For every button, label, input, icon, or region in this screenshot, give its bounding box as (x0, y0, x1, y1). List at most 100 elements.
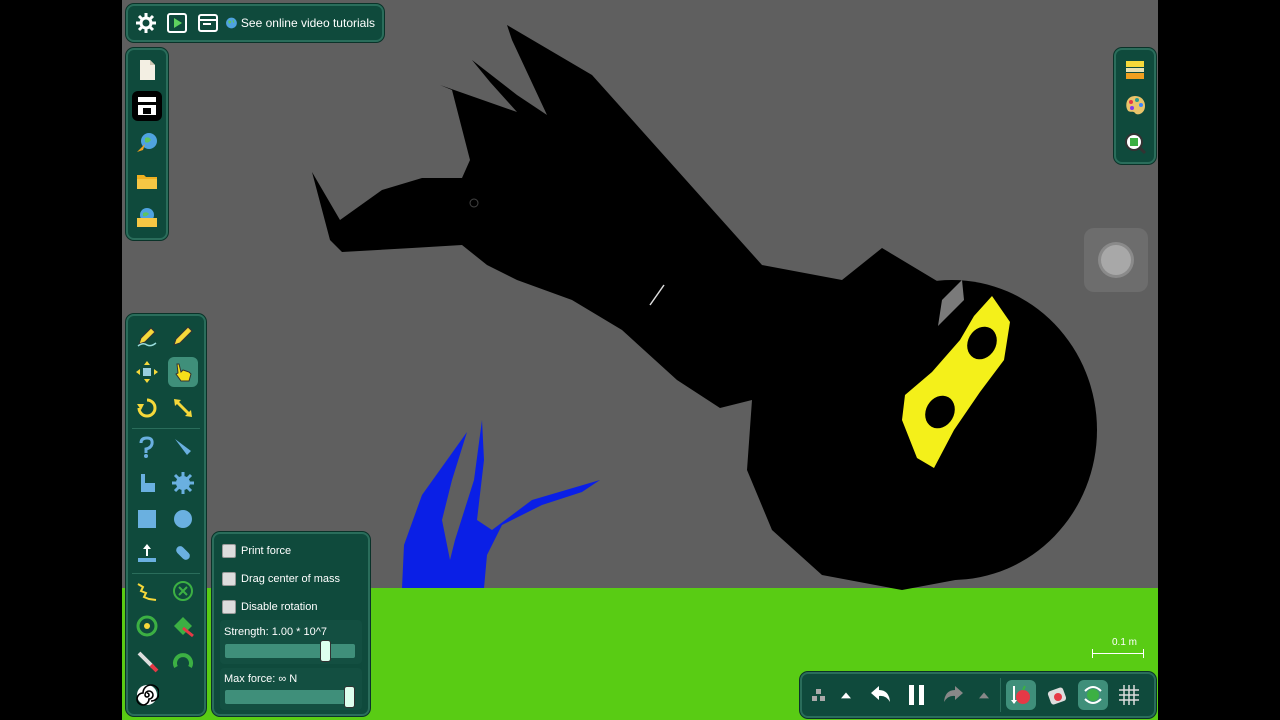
pencil-icon (173, 326, 193, 346)
tracer-icon (174, 617, 194, 638)
gravity-toggle[interactable] (1006, 680, 1036, 710)
max-force-slider-thumb[interactable] (344, 686, 355, 708)
circle-tool[interactable] (168, 504, 198, 534)
save-scene-button[interactable] (132, 91, 162, 121)
settings-button[interactable] (131, 8, 161, 38)
capsule-icon (176, 546, 190, 560)
joystick-knob[interactable] (1101, 245, 1131, 275)
brush-icon (141, 474, 155, 492)
strength-slider-thumb[interactable] (320, 640, 332, 662)
hand-pointer-icon (175, 363, 192, 382)
tutorials-label: See online video tutorials (240, 16, 375, 30)
folder-icon (137, 175, 157, 189)
drag-center-label: Drag center of mass (241, 573, 341, 585)
max-force-slider[interactable] (225, 686, 355, 708)
pencil-scribble-icon (137, 327, 157, 347)
grid-toggle[interactable] (1114, 680, 1144, 710)
undo-button[interactable] (866, 680, 896, 710)
hinge-tool[interactable] (168, 646, 198, 676)
move-tool[interactable] (132, 357, 162, 387)
zoom-button[interactable] (1120, 128, 1150, 158)
chain-icon (139, 436, 154, 458)
plane-tool[interactable] (132, 538, 162, 568)
pen-tool[interactable] (168, 321, 198, 351)
divider (132, 573, 200, 574)
browse-scenes-button[interactable] (132, 202, 162, 232)
pause-icon (909, 685, 924, 705)
strength-slider[interactable] (225, 640, 355, 662)
play-scene-button[interactable] (162, 8, 192, 38)
rope-tool[interactable] (132, 432, 162, 462)
air-friction-toggle[interactable] (1042, 680, 1072, 710)
more-tools-button[interactable] (804, 680, 834, 710)
rotate-tool[interactable] (132, 393, 162, 423)
blocks-icon (812, 689, 825, 701)
undo-arrow-icon (871, 686, 890, 702)
grid-icon (1119, 685, 1139, 705)
fixate-x-icon (173, 581, 193, 601)
folder-globe-icon (137, 208, 157, 227)
hypnosis-tool[interactable] (132, 680, 162, 710)
cog-shape-icon (172, 472, 194, 494)
open-folder-button[interactable] (132, 166, 162, 196)
fixate-tool[interactable] (168, 576, 198, 606)
gadget-tool[interactable] (168, 538, 198, 568)
spiral-icon (136, 684, 159, 706)
redo-menu-button[interactable] (974, 680, 994, 710)
play-window-icon (167, 13, 187, 33)
new-scene-button[interactable] (132, 55, 162, 85)
scale-indicator: 0.1 m (1092, 637, 1146, 661)
divider (132, 428, 200, 429)
tutorials-link[interactable]: See online video tutorials (225, 8, 375, 38)
globe-icon (226, 17, 237, 29)
box-tool[interactable] (132, 504, 162, 534)
circle-icon (174, 510, 192, 528)
window-button[interactable] (193, 8, 223, 38)
laser-tool[interactable] (132, 646, 162, 676)
sketch-tool[interactable] (132, 321, 162, 351)
cycle-arrows-icon (1084, 686, 1102, 704)
tracer-tool[interactable] (168, 611, 198, 641)
brush-tool[interactable] (132, 468, 162, 498)
disable-rotation-checkbox[interactable] (222, 600, 236, 614)
layers-icon (1126, 61, 1144, 79)
drag-center-checkbox[interactable] (222, 572, 236, 586)
gear-icon (136, 13, 156, 33)
air-friction-icon (1047, 687, 1067, 705)
drag-tool[interactable] (168, 357, 198, 387)
print-force-option[interactable]: Print force (222, 544, 291, 558)
disable-rotation-option[interactable]: Disable rotation (222, 600, 317, 614)
magnifier-icon (1125, 133, 1147, 155)
save-icon (138, 97, 156, 115)
strength-label: Strength: 1.00 * 10^7 (224, 626, 328, 638)
print-force-label: Print force (241, 545, 292, 557)
redo-button[interactable] (938, 680, 968, 710)
knife-tool[interactable] (168, 432, 198, 462)
divider (1000, 678, 1001, 712)
caret-up-icon (979, 692, 989, 699)
print-force-checkbox[interactable] (222, 544, 236, 558)
document-icon (140, 60, 155, 80)
joystick-control[interactable] (1084, 228, 1148, 292)
apple-gravity-icon (1011, 685, 1030, 704)
globe-arrow-icon (137, 133, 157, 152)
controller-toggle[interactable] (1078, 680, 1108, 710)
drag-center-option[interactable]: Drag center of mass (222, 572, 340, 586)
pause-button[interactable] (902, 680, 932, 710)
scale-label: 0.1 m (1112, 637, 1138, 648)
max-force-label: Max force: ∞ N (224, 673, 298, 685)
hinge-arc-icon (173, 653, 193, 668)
wheel-icon (136, 615, 158, 637)
gear-shape-tool[interactable] (168, 468, 198, 498)
spring-tool[interactable] (132, 576, 162, 606)
blue-shape (402, 420, 600, 588)
axle-tool[interactable] (132, 611, 162, 641)
load-scene-button[interactable] (132, 127, 162, 157)
laser-pen-icon (137, 651, 159, 673)
scale-tool[interactable] (168, 393, 198, 423)
square-icon (138, 510, 156, 528)
colors-button[interactable] (1120, 91, 1150, 121)
undo-menu-button[interactable] (836, 680, 856, 710)
rotate-icon (137, 398, 157, 418)
background-button[interactable] (1120, 55, 1150, 85)
